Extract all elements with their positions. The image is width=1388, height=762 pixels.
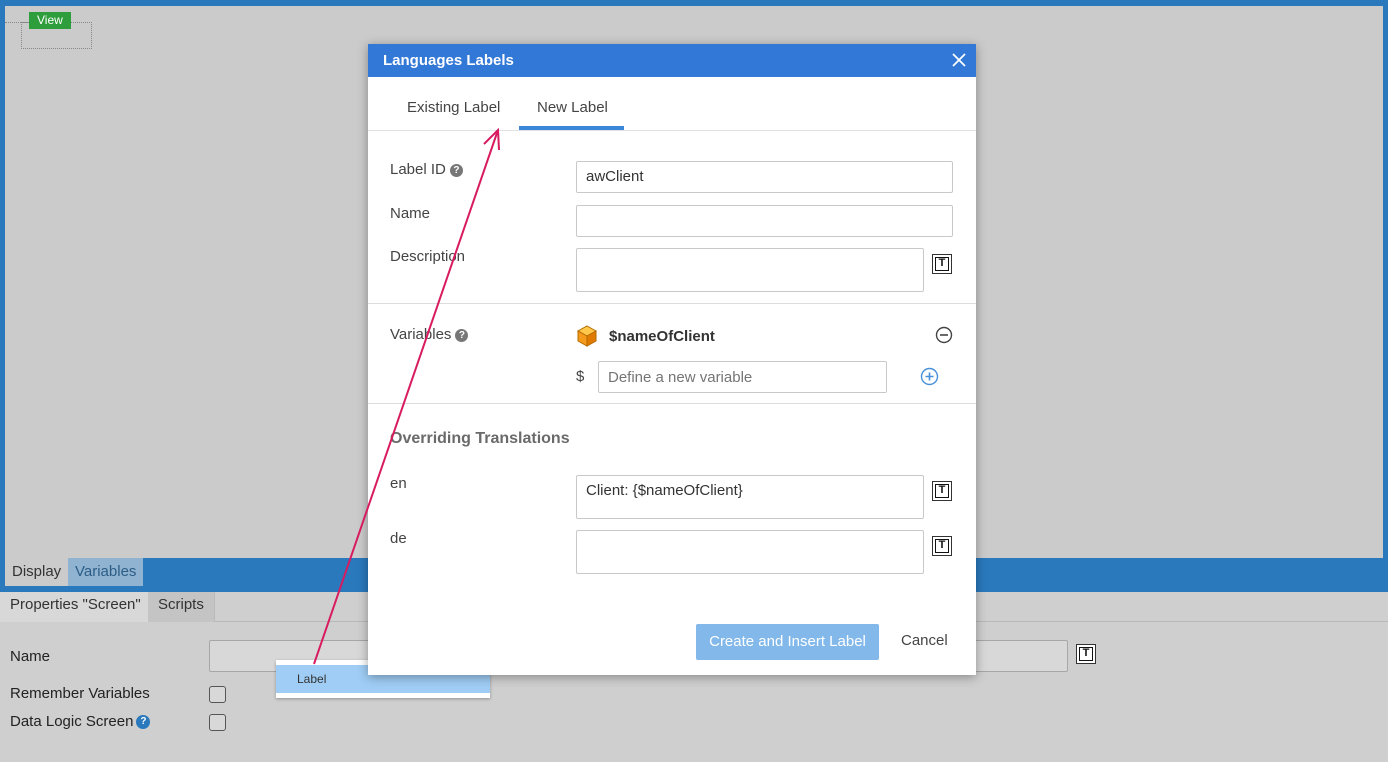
lang-de-label: de — [390, 530, 407, 547]
tab-new-label[interactable]: New Label — [537, 99, 608, 116]
tab-variables[interactable]: Variables — [68, 558, 144, 586]
dialog-header: Languages Labels — [368, 44, 976, 77]
variables-label: Variables? — [390, 326, 469, 343]
help-icon[interactable]: ? — [136, 715, 151, 730]
text-editor-icon[interactable]: T — [932, 536, 952, 556]
help-icon[interactable]: ? — [449, 163, 463, 177]
text-editor-icon[interactable]: T — [1076, 644, 1096, 664]
name-input[interactable] — [576, 205, 953, 237]
remember-variables-label: Remember Variables — [10, 685, 150, 702]
remove-variable-icon[interactable] — [935, 326, 953, 344]
close-icon[interactable] — [951, 52, 967, 68]
description-input[interactable] — [576, 248, 924, 292]
overriding-translations-title: Overriding Translations — [390, 430, 570, 447]
new-variable-input[interactable] — [598, 361, 887, 393]
tab-scripts[interactable]: Scripts — [148, 592, 215, 622]
dollar-prefix: $ — [576, 368, 585, 385]
dialog-title: Languages Labels — [383, 52, 514, 69]
label-id-input[interactable]: awClient — [576, 161, 953, 193]
tab-properties-screen[interactable]: Properties "Screen" — [0, 592, 152, 622]
de-translation-input[interactable] — [576, 530, 924, 574]
name-label: Name — [10, 648, 51, 665]
dialog-tabs: Existing Label New Label — [368, 77, 976, 131]
view-tag[interactable]: View — [29, 12, 71, 29]
data-logic-screen-label: Data Logic Screen? — [10, 713, 151, 730]
create-and-insert-label-button[interactable]: Create and Insert Label — [696, 624, 879, 660]
divider — [368, 303, 976, 304]
text-editor-icon[interactable]: T — [932, 481, 952, 501]
languages-labels-dialog: Languages Labels Existing Label New Labe… — [368, 44, 976, 675]
active-tab-indicator — [519, 126, 624, 130]
description-label: Description — [390, 248, 466, 265]
variable-item: $nameOfClient — [609, 328, 715, 345]
divider — [368, 403, 976, 404]
cube-icon — [576, 325, 598, 347]
data-logic-screen-checkbox[interactable] — [209, 714, 226, 731]
name-field-label: Name — [390, 205, 431, 222]
variables-text: Variables — [390, 326, 452, 343]
help-icon[interactable]: ? — [455, 328, 469, 342]
cancel-button[interactable]: Cancel — [901, 632, 948, 649]
lang-en-label: en — [390, 475, 407, 492]
label-id-label: Label ID? — [390, 161, 463, 178]
remember-variables-checkbox[interactable] — [209, 686, 226, 703]
tab-existing-label[interactable]: Existing Label — [407, 99, 500, 116]
text-editor-icon[interactable]: T — [932, 254, 952, 274]
add-variable-icon[interactable] — [920, 367, 939, 386]
label-id-text: Label ID — [390, 161, 446, 178]
en-translation-input[interactable]: Client: {$nameOfClient} — [576, 475, 924, 519]
tab-display[interactable]: Display — [5, 558, 69, 586]
data-logic-screen-text: Data Logic Screen — [10, 713, 134, 730]
